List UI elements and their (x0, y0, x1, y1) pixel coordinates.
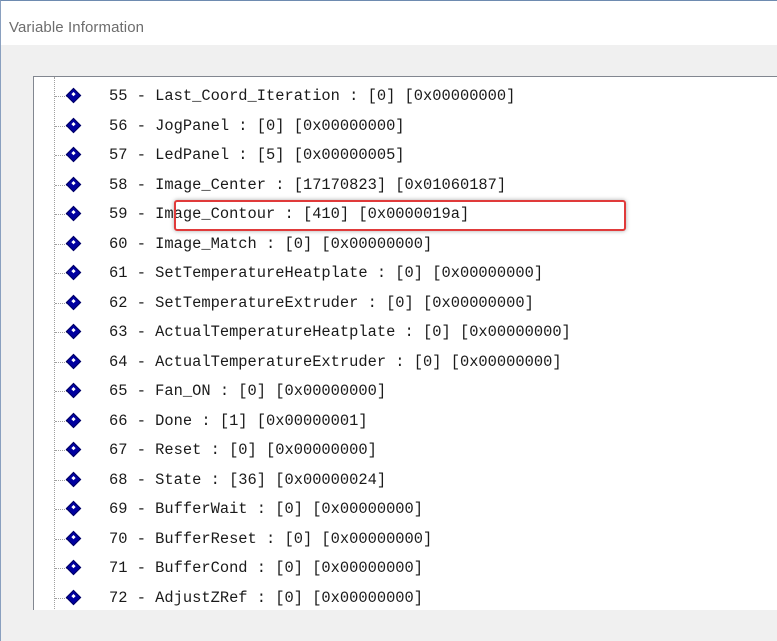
diamond-node-icon (65, 264, 82, 281)
tree-item-label: 56 - JogPanel : [0] [0x00000000] (109, 116, 405, 135)
diamond-node-icon (65, 589, 82, 605)
tree-item[interactable]: 66 - Done : [1] [0x00000001] (34, 410, 774, 432)
tree-item-label: 64 - ActualTemperatureExtruder : [0] [0x… (109, 352, 562, 371)
diamond-node-icon (65, 235, 82, 251)
tree-item[interactable]: 59 - Image_Contour : [410] [0x0000019a] (34, 203, 774, 225)
tree-item-label: 68 - State : [36] [0x00000024] (109, 470, 387, 489)
tree-item[interactable]: 67 - Reset : [0] [0x00000000] (34, 439, 774, 461)
tree-item-label: 58 - Image_Center : [17170823] [0x010601… (109, 175, 507, 194)
tree-item[interactable]: 68 - State : [36] [0x00000024] (34, 469, 774, 491)
diamond-node-icon (65, 471, 82, 487)
tree-item[interactable]: 71 - BufferCond : [0] [0x00000000] (34, 557, 774, 579)
variable-information-window: Variable Information 55 - Last_Coord_Ite… (0, 0, 777, 641)
diamond-node-icon (65, 559, 82, 576)
tree-item-label: 70 - BufferReset : [0] [0x00000000] (109, 529, 433, 548)
tree-item[interactable]: 61 - SetTemperatureHeatplate : [0] [0x00… (34, 262, 774, 284)
tree-item-label: 55 - Last_Coord_Iteration : [0] [0x00000… (109, 87, 516, 105)
diamond-node-icon (65, 323, 82, 340)
diamond-node-icon (65, 176, 82, 192)
diamond-node-icon (65, 353, 82, 369)
diamond-node-icon (65, 500, 82, 517)
diamond-node-icon (65, 294, 82, 310)
diamond-node-icon (65, 530, 82, 546)
diamond-node-icon (65, 205, 82, 222)
tree-item-label: 61 - SetTemperatureHeatplate : [0] [0x00… (109, 264, 544, 282)
diamond-node-icon (65, 382, 82, 399)
title-bar: Variable Information (1, 1, 777, 45)
tree-item-label: 69 - BufferWait : [0] [0x00000000] (109, 500, 424, 518)
tree-item[interactable]: 65 - Fan_ON : [0] [0x00000000] (34, 380, 774, 402)
window-title: Variable Information (9, 19, 145, 36)
tree-item[interactable]: 63 - ActualTemperatureHeatplate : [0] [0… (34, 321, 774, 343)
tree-item-label: 71 - BufferCond : [0] [0x00000000] (109, 559, 424, 577)
tree-item-label: 67 - Reset : [0] [0x00000000] (109, 441, 377, 459)
tree-item-label: 59 - Image_Contour : [410] [0x0000019a] (109, 205, 470, 223)
tree-item-label: 57 - LedPanel : [5] [0x00000005] (109, 146, 405, 164)
tree-item[interactable]: 57 - LedPanel : [5] [0x00000005] (34, 144, 774, 166)
tree-item-label: 66 - Done : [1] [0x00000001] (109, 411, 368, 430)
diamond-node-icon (65, 146, 82, 163)
tree-item[interactable]: 58 - Image_Center : [17170823] [0x010601… (34, 174, 774, 196)
tree-item[interactable]: 70 - BufferReset : [0] [0x00000000] (34, 528, 774, 550)
tree-item[interactable]: 60 - Image_Match : [0] [0x00000000] (34, 233, 774, 255)
variable-tree-view[interactable]: 55 - Last_Coord_Iteration : [0] [0x00000… (33, 76, 777, 610)
diamond-node-icon (65, 117, 82, 133)
diamond-node-icon (65, 87, 82, 104)
tree-item-label: 60 - Image_Match : [0] [0x00000000] (109, 234, 433, 253)
tree-item-label: 72 - AdjustZRef : [0] [0x00000000] (109, 588, 424, 607)
diamond-node-icon (65, 441, 82, 458)
tree-item-label: 63 - ActualTemperatureHeatplate : [0] [0… (109, 323, 571, 341)
tree-item-label: 65 - Fan_ON : [0] [0x00000000] (109, 382, 387, 400)
tree-item[interactable]: 72 - AdjustZRef : [0] [0x00000000] (34, 587, 774, 609)
tree-item[interactable]: 55 - Last_Coord_Iteration : [0] [0x00000… (34, 85, 774, 107)
diamond-node-icon (65, 412, 82, 428)
tree-item-label: 62 - SetTemperatureExtruder : [0] [0x000… (109, 293, 534, 312)
tree-item[interactable]: 69 - BufferWait : [0] [0x00000000] (34, 498, 774, 520)
tree-item[interactable]: 56 - JogPanel : [0] [0x00000000] (34, 115, 774, 137)
tree-item[interactable]: 64 - ActualTemperatureExtruder : [0] [0x… (34, 351, 774, 373)
tree-item[interactable]: 62 - SetTemperatureExtruder : [0] [0x000… (34, 292, 774, 314)
